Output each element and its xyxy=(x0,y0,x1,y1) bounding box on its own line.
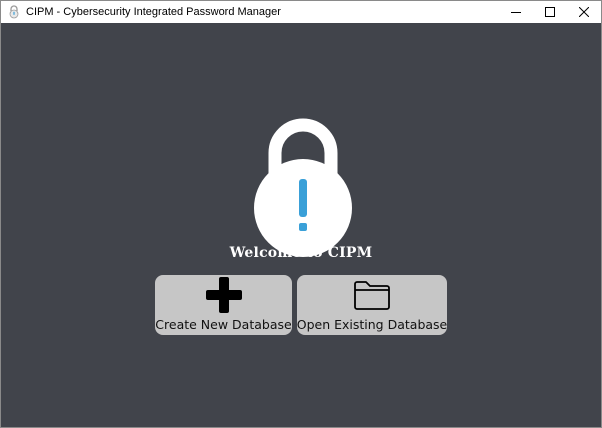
plus-icon xyxy=(205,277,243,313)
create-database-label: Create New Database xyxy=(155,317,292,332)
open-database-button[interactable]: Open Existing Database xyxy=(297,275,447,335)
maximize-icon xyxy=(545,7,555,17)
close-icon xyxy=(579,7,589,17)
open-database-label: Open Existing Database xyxy=(296,317,448,332)
app-icon xyxy=(6,4,22,20)
lock-logo-icon xyxy=(253,107,353,267)
folder-icon xyxy=(353,277,391,313)
title-bar[interactable]: CIPM - Cybersecurity Integrated Password… xyxy=(1,1,601,23)
welcome-heading: Welcome to CIPM xyxy=(229,245,373,261)
minimize-button[interactable] xyxy=(499,1,533,23)
close-button[interactable] xyxy=(567,1,601,23)
window-title: CIPM - Cybersecurity Integrated Password… xyxy=(26,6,281,18)
maximize-button[interactable] xyxy=(533,1,567,23)
minimize-icon xyxy=(511,12,521,13)
window-controls xyxy=(499,1,601,23)
app-window: CIPM - Cybersecurity Integrated Password… xyxy=(0,0,602,428)
create-database-button[interactable]: Create New Database xyxy=(155,275,292,335)
main-panel: Welcome to CIPM Create New Database Open… xyxy=(1,23,601,427)
